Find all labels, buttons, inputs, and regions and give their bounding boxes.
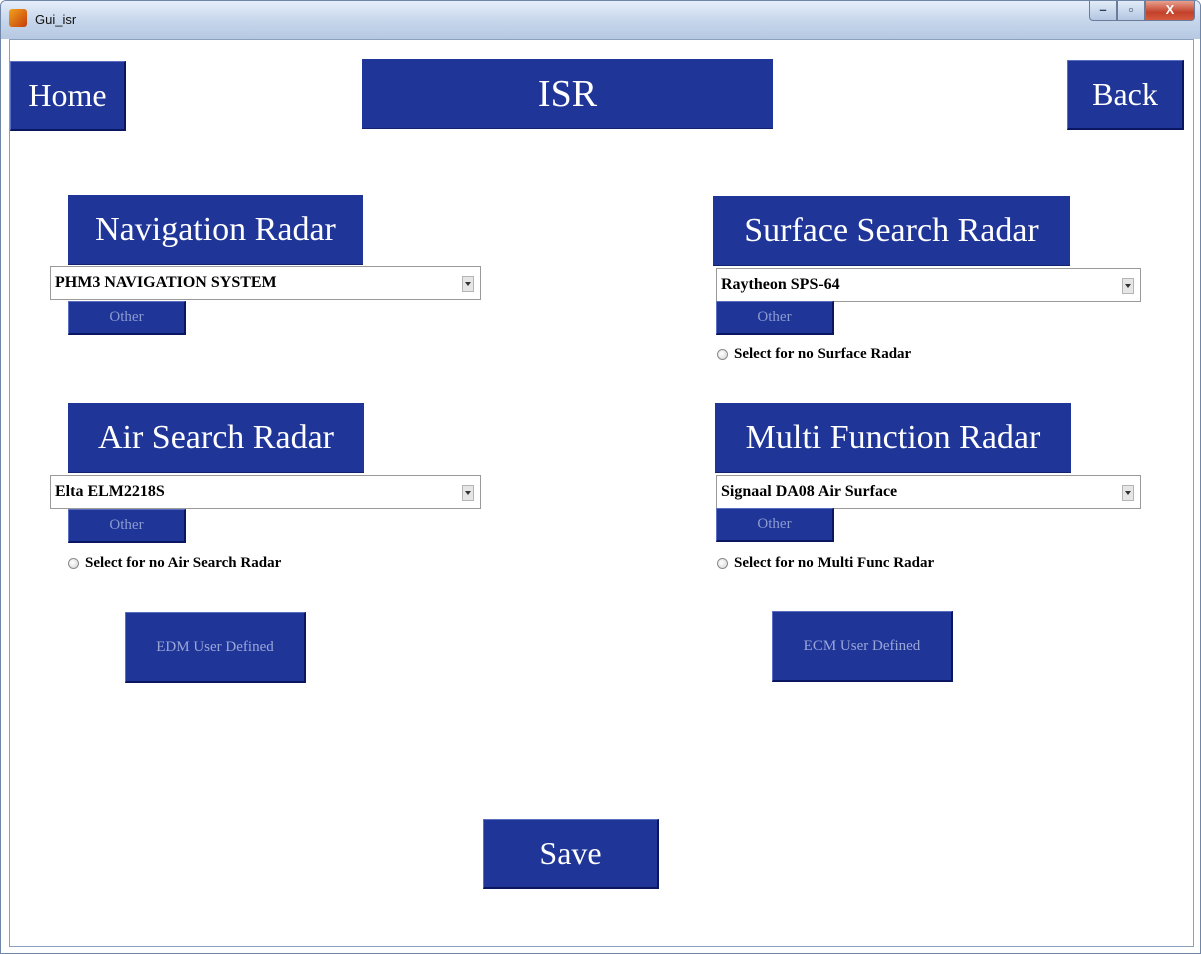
no-multi-func-radar-option[interactable]: Select for no Multi Func Radar (717, 555, 934, 572)
no-surface-radar-label: Select for no Surface Radar (734, 346, 912, 362)
title-bar[interactable]: Gui_isr – ▫ X (1, 1, 1200, 39)
no-air-search-radar-option[interactable]: Select for no Air Search Radar (68, 555, 281, 572)
ecm-user-defined-label: ECM User Defined (803, 637, 921, 654)
air-search-radar-selected: Elta ELM2218S (55, 483, 165, 500)
no-surface-radar-option[interactable]: Select for no Surface Radar (717, 346, 911, 363)
air-other-button[interactable]: Other (68, 509, 186, 543)
navigation-radar-header: Navigation Radar (68, 195, 363, 265)
close-button[interactable]: X (1145, 1, 1195, 21)
chevron-down-icon[interactable] (462, 276, 474, 292)
back-button[interactable]: Back (1067, 60, 1184, 130)
chevron-down-icon[interactable] (1122, 278, 1134, 294)
home-button[interactable]: Home (10, 61, 126, 131)
no-air-search-radar-label: Select for no Air Search Radar (85, 555, 282, 571)
air-search-radar-dropdown[interactable]: Elta ELM2218S (50, 475, 481, 509)
surface-other-button[interactable]: Other (716, 301, 834, 335)
radio-button[interactable] (717, 349, 728, 360)
navigation-other-label: Other (109, 309, 144, 325)
multi-function-radar-header-text: Multi Function Radar (745, 418, 1041, 456)
air-search-radar-header-text: Air Search Radar (97, 418, 334, 456)
page-title-text: ISR (537, 72, 598, 115)
air-search-radar-header: Air Search Radar (68, 403, 364, 473)
matlab-icon (9, 9, 27, 27)
app-window: Gui_isr – ▫ X Home ISR Back Navigation R… (0, 0, 1201, 954)
edm-user-defined-button[interactable]: EDM User Defined (125, 612, 306, 683)
ecm-user-defined-button[interactable]: ECM User Defined (772, 611, 953, 682)
chevron-down-icon[interactable] (1122, 485, 1134, 501)
surface-other-label: Other (757, 309, 792, 325)
multi-other-label: Other (757, 516, 792, 532)
chevron-down-icon[interactable] (462, 485, 474, 501)
surface-search-radar-dropdown[interactable]: Raytheon SPS-64 (716, 268, 1141, 302)
multi-function-radar-dropdown[interactable]: Signaal DA08 Air Surface (716, 475, 1141, 509)
navigation-radar-selected: PHM3 NAVIGATION SYSTEM (55, 274, 277, 291)
save-label: Save (539, 835, 602, 871)
save-button[interactable]: Save (483, 819, 659, 889)
surface-search-radar-header: Surface Search Radar (713, 196, 1070, 266)
home-label: Home (28, 77, 107, 113)
multi-function-radar-selected: Signaal DA08 Air Surface (721, 483, 898, 500)
maximize-button[interactable]: ▫ (1117, 1, 1145, 21)
minimize-button[interactable]: – (1089, 1, 1117, 21)
air-other-label: Other (109, 517, 144, 533)
multi-other-button[interactable]: Other (716, 508, 834, 542)
radio-button[interactable] (717, 558, 728, 569)
page-title: ISR (362, 59, 773, 129)
window-title: Gui_isr (35, 12, 77, 27)
navigation-radar-header-text: Navigation Radar (95, 210, 336, 248)
surface-search-radar-selected: Raytheon SPS-64 (721, 276, 840, 293)
no-multi-func-radar-label: Select for no Multi Func Radar (734, 555, 935, 571)
back-label: Back (1092, 76, 1158, 112)
edm-user-defined-label: EDM User Defined (156, 638, 274, 655)
multi-function-radar-header: Multi Function Radar (715, 403, 1071, 473)
surface-search-radar-header-text: Surface Search Radar (744, 211, 1039, 249)
navigation-other-button[interactable]: Other (68, 301, 186, 335)
radio-button[interactable] (68, 558, 79, 569)
navigation-radar-dropdown[interactable]: PHM3 NAVIGATION SYSTEM (50, 266, 481, 300)
